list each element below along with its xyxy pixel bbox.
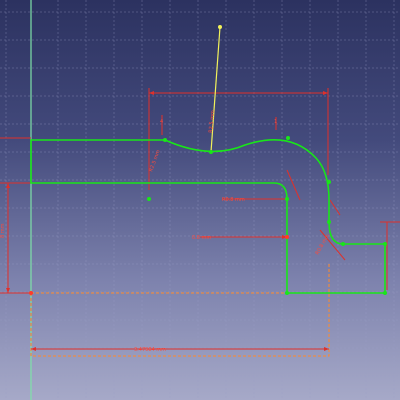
radius-dimension-label: R2.5 mm [208,110,216,133]
bottom-width-label: 3.47984 mm [134,347,166,353]
handle-point-top[interactable] [218,25,222,29]
marker-a-label: 4 [160,119,163,125]
arc-radius-label: R2.5 mm [148,149,161,173]
dimension-arrows [6,91,329,351]
construction-geometry[interactable] [30,200,330,357]
corner-radius-label: R0.8 mm [315,233,332,256]
small-radius-label: R0.8 mm [222,197,245,203]
sketch-geometry[interactable] [30,139,386,294]
construction-outline [30,263,330,357]
grid [0,0,400,400]
sketch-3d-view[interactable]: R2.5 mm 3.47984 mm 0.8 mm R0.8 mm R2.5 m… [0,0,400,400]
left-height-label: 8 mm [0,223,6,238]
sketch-canvas[interactable]: R2.5 mm 3.47984 mm 0.8 mm R0.8 mm R2.5 m… [0,0,400,400]
offset-dimension-label: 0.8 mm [192,235,211,241]
sketch-profile [30,139,386,294]
dimension-constraints[interactable] [0,88,400,350]
sketch-vertices[interactable] [29,136,387,295]
marker-b-label: 1 [274,119,277,125]
dimension-labels[interactable]: R2.5 mm 3.47984 mm 0.8 mm R0.8 mm R2.5 m… [0,110,331,353]
